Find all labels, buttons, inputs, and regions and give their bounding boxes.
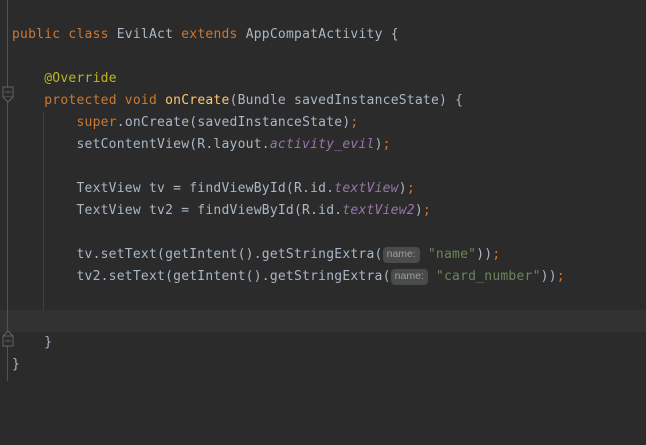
code-line[interactable]	[0, 156, 646, 178]
code-token: @Override	[44, 71, 117, 86]
code-line[interactable]: @Override	[0, 68, 646, 90]
code-line[interactable]: super.onCreate(savedInstanceState);	[0, 112, 646, 134]
code-token: EvilAct	[117, 27, 181, 42]
param-hint-chip: name:	[383, 247, 420, 263]
code-token: protected void	[44, 93, 165, 108]
code-line-active[interactable]	[0, 310, 646, 332]
code-line[interactable]: }	[0, 332, 646, 354]
code-area: public class EvilAct extends AppCompatAc…	[0, 24, 646, 376]
code-token: )	[399, 181, 407, 196]
code-token: textView2	[342, 203, 415, 218]
code-token: .onCreate(savedInstanceState)	[117, 115, 351, 130]
code-token: tv2.setText(getIntent().getStringExtra(	[12, 269, 391, 284]
code-token: tv.setText(getIntent().getStringExtra(	[12, 247, 383, 262]
code-token: activity_evil	[270, 137, 375, 152]
code-token: ))	[476, 247, 492, 262]
code-token: AppCompatActivity {	[246, 27, 399, 42]
code-token	[12, 115, 76, 130]
code-token: }	[12, 357, 20, 372]
fold-collapse-icon[interactable]	[2, 330, 14, 351]
fold-collapse-icon[interactable]	[2, 86, 14, 107]
code-token	[12, 93, 44, 108]
code-line[interactable]: setContentView(R.layout.activity_evil);	[0, 134, 646, 156]
code-line[interactable]	[0, 222, 646, 244]
param-hint-chip: name:	[391, 269, 428, 285]
code-token: (Bundle savedInstanceState) {	[230, 93, 464, 108]
code-line[interactable]: tv.setText(getIntent().getStringExtra(na…	[0, 244, 646, 266]
code-line[interactable]: }	[0, 354, 646, 376]
code-token: ;	[423, 203, 431, 218]
code-line[interactable]: TextView tv2 = findViewById(R.id.textVie…	[0, 200, 646, 222]
code-token: setContentView(R.layout.	[12, 137, 270, 152]
indent-guide	[43, 112, 44, 310]
code-line[interactable]: public class EvilAct extends AppCompatAc…	[0, 24, 646, 46]
code-token: ;	[350, 115, 358, 130]
code-token	[12, 71, 44, 86]
code-line[interactable]: TextView tv = findViewById(R.id.textView…	[0, 178, 646, 200]
code-token: ;	[407, 181, 415, 196]
code-token: )	[415, 203, 423, 218]
code-token: ;	[557, 269, 565, 284]
code-token: }	[12, 335, 52, 350]
code-line[interactable]: tv2.setText(getIntent().getStringExtra(n…	[0, 266, 646, 288]
code-token: TextView tv2 = findViewById(R.id.	[12, 203, 342, 218]
code-token: public class	[12, 27, 117, 42]
code-token: super	[76, 115, 116, 130]
code-token: TextView tv = findViewById(R.id.	[12, 181, 334, 196]
gutter-fold-line	[7, 0, 8, 381]
code-token: onCreate	[165, 93, 229, 108]
code-token: ))	[541, 269, 557, 284]
code-line[interactable]	[0, 46, 646, 68]
code-token: )	[375, 137, 383, 152]
code-token: extends	[181, 27, 245, 42]
code-token: ;	[383, 137, 391, 152]
code-line[interactable]: protected void onCreate(Bundle savedInst…	[0, 90, 646, 112]
code-editor: public class EvilAct extends AppCompatAc…	[0, 0, 646, 445]
code-token: textView	[334, 181, 398, 196]
code-token: ;	[492, 247, 500, 262]
code-token: "card_number"	[436, 269, 541, 284]
code-token	[420, 247, 428, 262]
code-token: "name"	[428, 247, 476, 262]
code-token	[428, 269, 436, 284]
code-line[interactable]	[0, 288, 646, 310]
